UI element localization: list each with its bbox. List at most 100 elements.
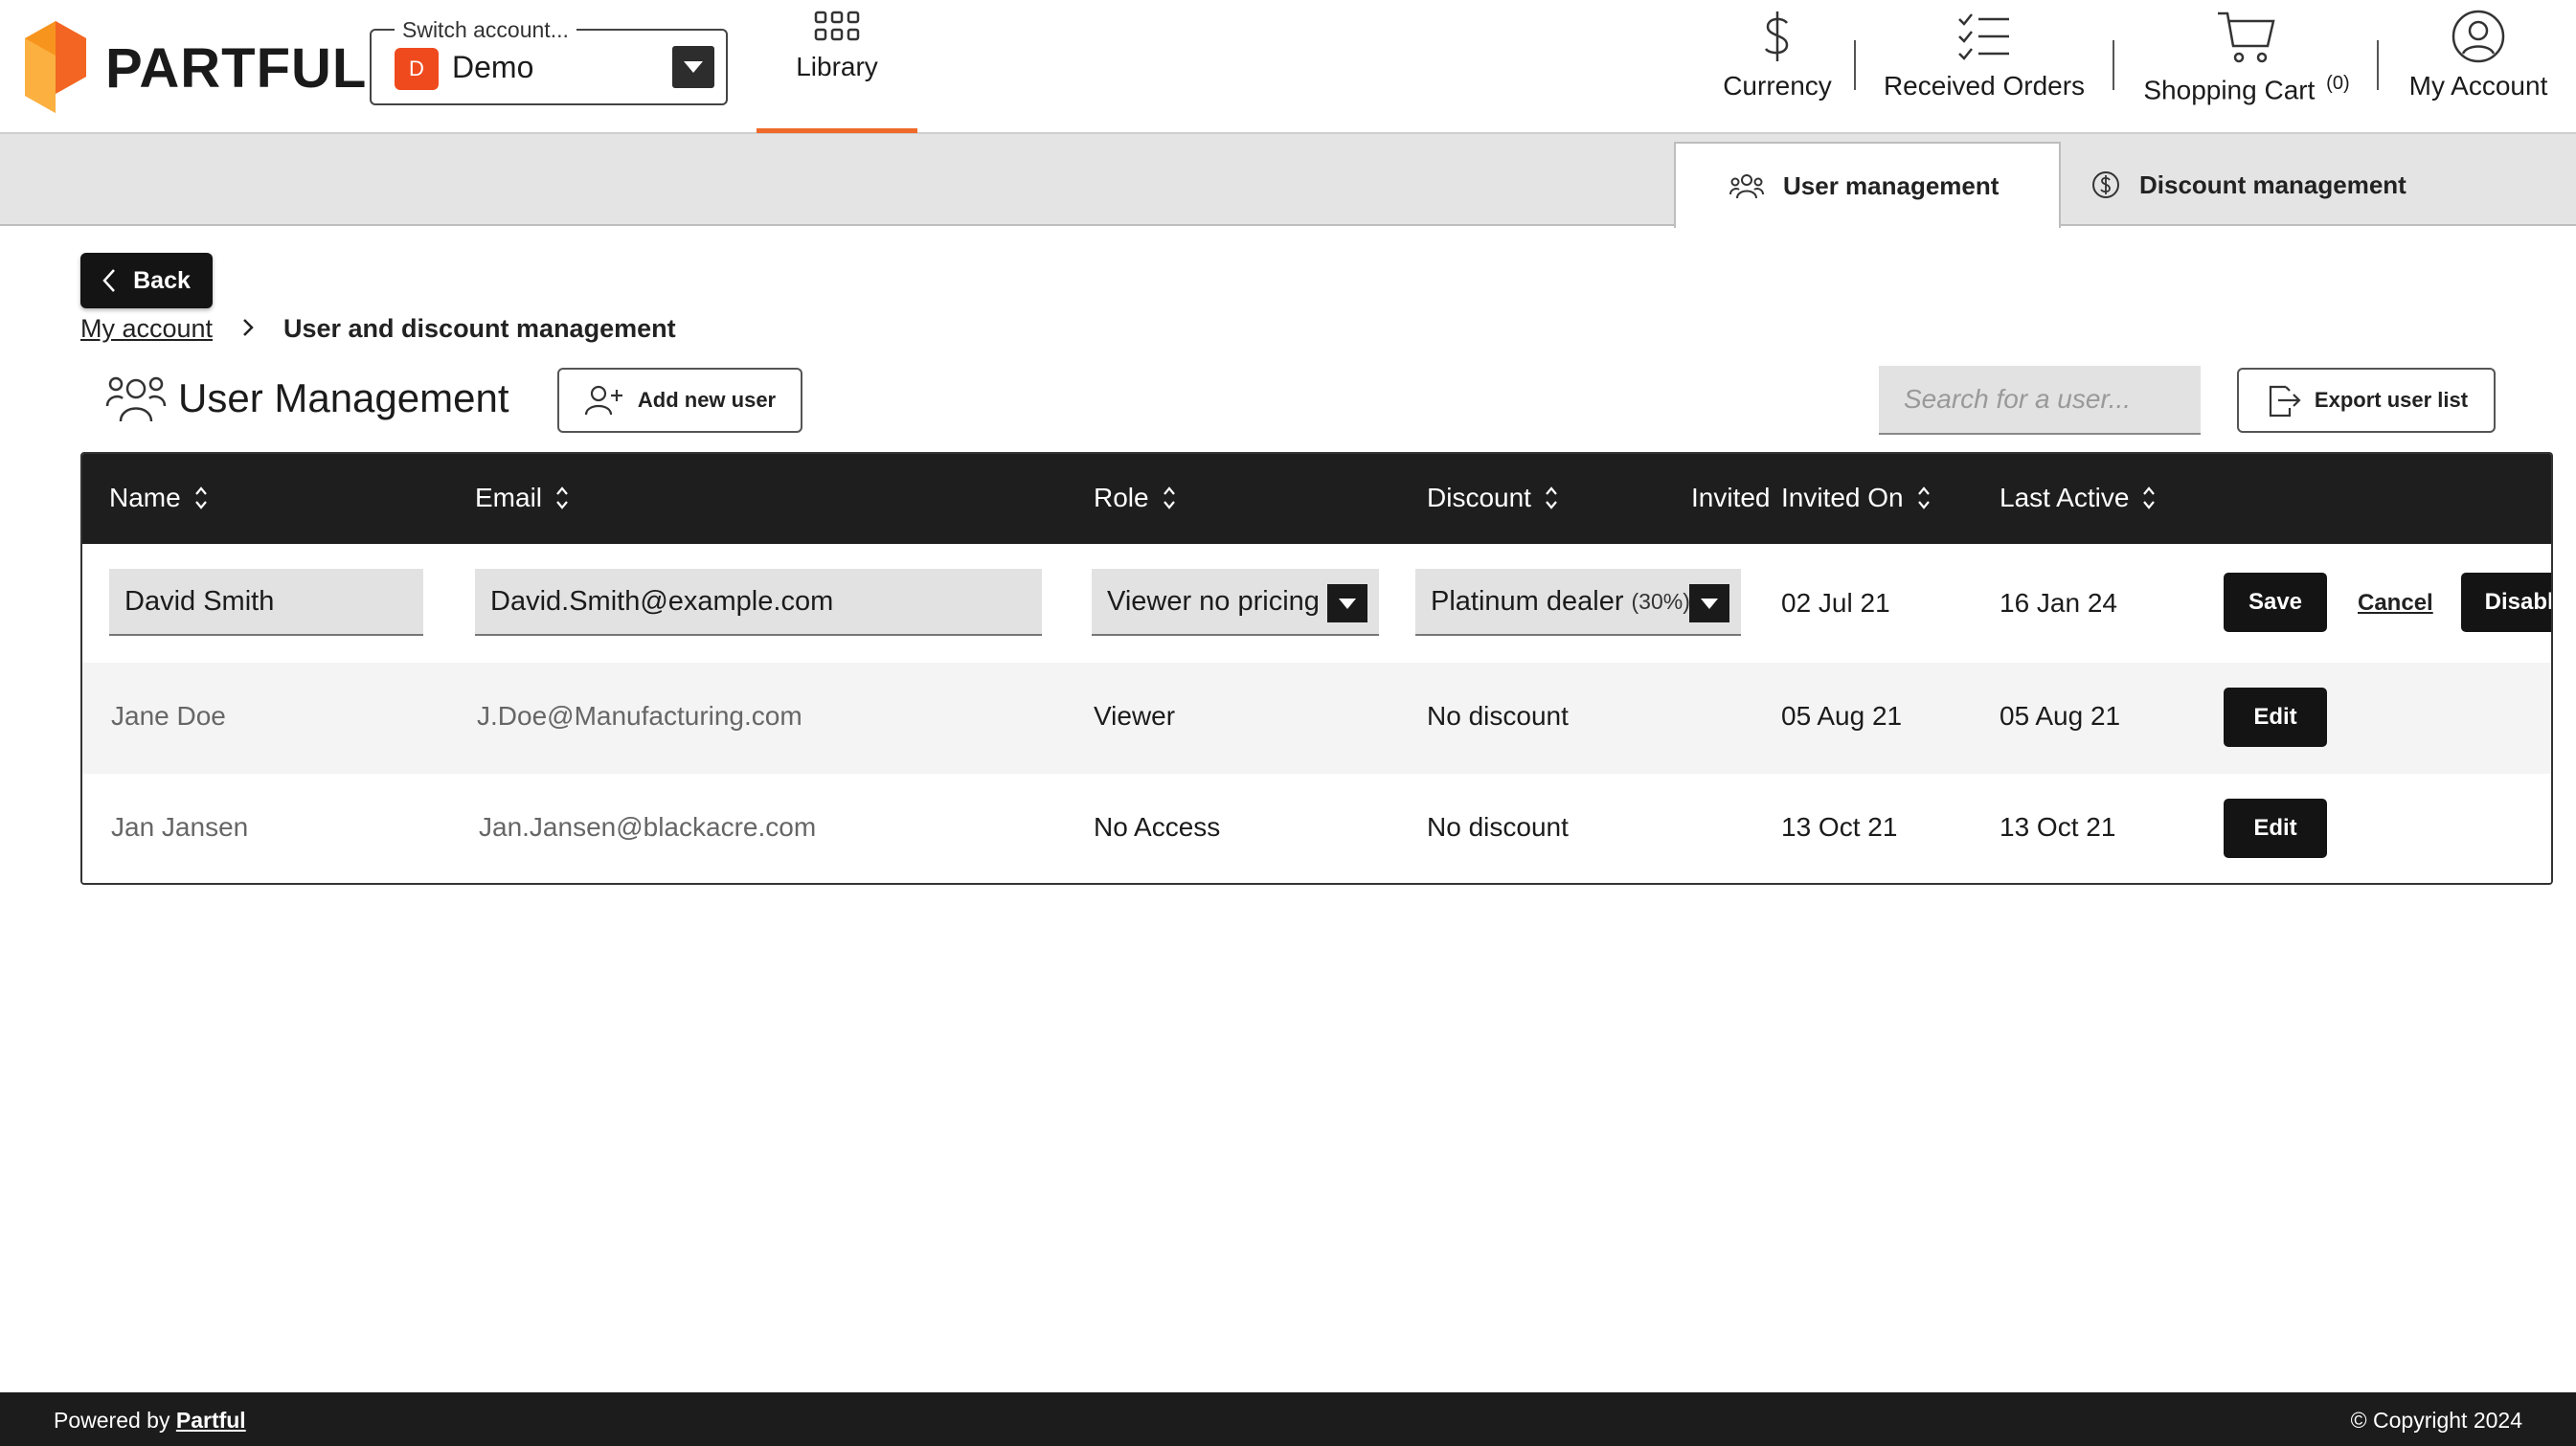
chevron-right-icon [243, 319, 254, 336]
discount-select-value: Platinum dealer [1431, 585, 1624, 617]
nav-separator [1854, 40, 1856, 90]
column-header-name-label: Name [109, 483, 181, 512]
cart-count-badge: (0) [2326, 73, 2350, 94]
management-tab-bar: User management Discount management [0, 134, 2576, 228]
export-icon [2269, 385, 2301, 418]
account-name: Demo [452, 50, 534, 84]
partful-link[interactable]: Partful [176, 1408, 246, 1433]
nav-separator [2377, 40, 2379, 90]
nav-received-orders[interactable]: Received Orders [1879, 10, 2090, 102]
nav-currency[interactable]: Currency [1716, 10, 1839, 102]
disable-user-button[interactable]: Disable [2461, 573, 2553, 632]
name-input[interactable]: David Smith [109, 569, 423, 636]
grid-icon [814, 11, 860, 41]
export-user-list-label: Export user list [2314, 388, 2469, 412]
search-user-input[interactable] [1879, 366, 2201, 435]
back-button[interactable]: Back [80, 253, 213, 308]
footer: Powered by Partful © Copyright 2024 [0, 1392, 2576, 1446]
column-header-invited-on-label: Invited On [1781, 483, 1904, 512]
brand-name[interactable]: PARTFUL [105, 36, 367, 101]
tab-user-management-label: User management [1783, 170, 2000, 200]
invited-on-value: 02 Jul 21 [1781, 588, 1890, 618]
column-header-discount[interactable]: Discount [1427, 483, 1558, 513]
table-row: David Smith David.Smith@example.com View… [82, 544, 2551, 663]
disable-user-label: Disable [2484, 589, 2553, 615]
chevron-down-icon[interactable] [672, 46, 714, 88]
export-user-list-button[interactable]: Export user list [2237, 368, 2496, 433]
last-active-value: 13 Oct 21 [2000, 812, 2116, 842]
tab-discount-management[interactable]: Discount management [2091, 142, 2513, 228]
column-header-role[interactable]: Role [1094, 483, 1176, 513]
chevron-down-icon[interactable] [1327, 584, 1367, 622]
column-header-role-label: Role [1094, 483, 1149, 512]
column-header-invited-overlap-label: Invited [1691, 483, 1771, 512]
column-header-last-active-label: Last Active [2000, 483, 2130, 512]
nav-shopping-cart[interactable]: Shopping Cart (0) [2141, 10, 2352, 105]
table-row: Jan Jansen Jan.Jansen@blackacre.com No A… [82, 774, 2551, 883]
name-value: Jane Doe [111, 701, 226, 731]
user-slash-icon [2473, 601, 2474, 603]
name-value: Jan Jansen [111, 812, 249, 842]
role-select-value: Viewer no pricing [1107, 585, 1320, 617]
partful-logo-icon[interactable] [25, 21, 86, 113]
sort-icon [194, 486, 207, 509]
column-header-name[interactable]: Name [109, 483, 208, 513]
discount-value: No discount [1427, 701, 1569, 731]
dollar-icon [1764, 11, 1789, 61]
nav-my-account[interactable]: My Account [2400, 10, 2557, 102]
user-table: Name Email Role Discount Invited Invited… [80, 452, 2553, 885]
powered-by-label: Powered by [54, 1408, 170, 1433]
nav-my-account-label: My Account [2408, 71, 2548, 101]
discount-select[interactable]: Platinum dealer (30%) [1415, 569, 1741, 636]
column-header-invited-on[interactable]: Invited On [1781, 483, 1931, 513]
role-select[interactable]: Viewer no pricing [1092, 569, 1379, 636]
breadcrumb-current: User and discount management [283, 314, 676, 343]
switch-account-label: Switch account... [395, 17, 576, 43]
table-header: Name Email Role Discount Invited Invited… [82, 454, 2551, 544]
copyright-text: © Copyright 2024 [2350, 1408, 2522, 1433]
edit-button[interactable]: Edit [2224, 799, 2327, 858]
column-header-discount-label: Discount [1427, 483, 1531, 512]
role-value: No Access [1094, 812, 1221, 842]
nav-received-orders-label: Received Orders [1883, 71, 2086, 101]
nav-currency-label: Currency [1723, 71, 1832, 101]
save-button[interactable]: Save [2224, 573, 2327, 632]
tab-user-management[interactable]: User management [1674, 142, 2061, 228]
nav-shopping-cart-label: Shopping Cart [2143, 75, 2316, 105]
active-nav-indicator [757, 128, 917, 133]
nav-library-label: Library [796, 52, 878, 81]
table-row: Jane Doe J.Doe@Manufacturing.com Viewer … [82, 663, 2551, 774]
add-new-user-button[interactable]: Add new user [557, 368, 802, 433]
chevron-left-icon [102, 269, 116, 292]
breadcrumb-my-account[interactable]: My account [80, 314, 213, 344]
users-icon [1729, 174, 1764, 199]
sort-icon [1163, 486, 1175, 509]
email-input[interactable]: David.Smith@example.com [475, 569, 1042, 636]
back-button-label: Back [133, 266, 191, 294]
column-header-invited-overlap: Invited [1691, 483, 1771, 513]
users-icon [105, 376, 167, 422]
nav-separator [2113, 40, 2114, 90]
column-header-email-label: Email [475, 483, 543, 512]
add-new-user-label: Add new user [637, 388, 777, 412]
email-value: Jan.Jansen@blackacre.com [479, 812, 817, 842]
switch-account-select[interactable]: Switch account... D Demo [370, 17, 728, 105]
edit-button[interactable]: Edit [2224, 688, 2327, 747]
tab-discount-management-label: Discount management [2139, 169, 2407, 199]
cancel-button[interactable]: Cancel [2358, 590, 2433, 617]
nav-library[interactable]: Library [778, 10, 896, 82]
invited-on-value: 13 Oct 21 [1781, 812, 1898, 842]
sort-icon [2143, 486, 2156, 509]
page-title: User Management [178, 375, 509, 420]
discount-value: No discount [1427, 812, 1569, 842]
sort-icon [1917, 486, 1930, 509]
powered-by: Powered by Partful [54, 1408, 246, 1434]
column-header-email[interactable]: Email [475, 483, 569, 513]
email-value: J.Doe@Manufacturing.com [477, 701, 802, 731]
checklist-icon [1958, 13, 2009, 60]
dollar-circle-icon [2092, 171, 2119, 198]
column-header-last-active[interactable]: Last Active [2000, 483, 2156, 513]
chevron-down-icon[interactable] [1689, 584, 1729, 622]
user-circle-icon [2452, 10, 2505, 63]
add-user-icon [584, 385, 622, 416]
